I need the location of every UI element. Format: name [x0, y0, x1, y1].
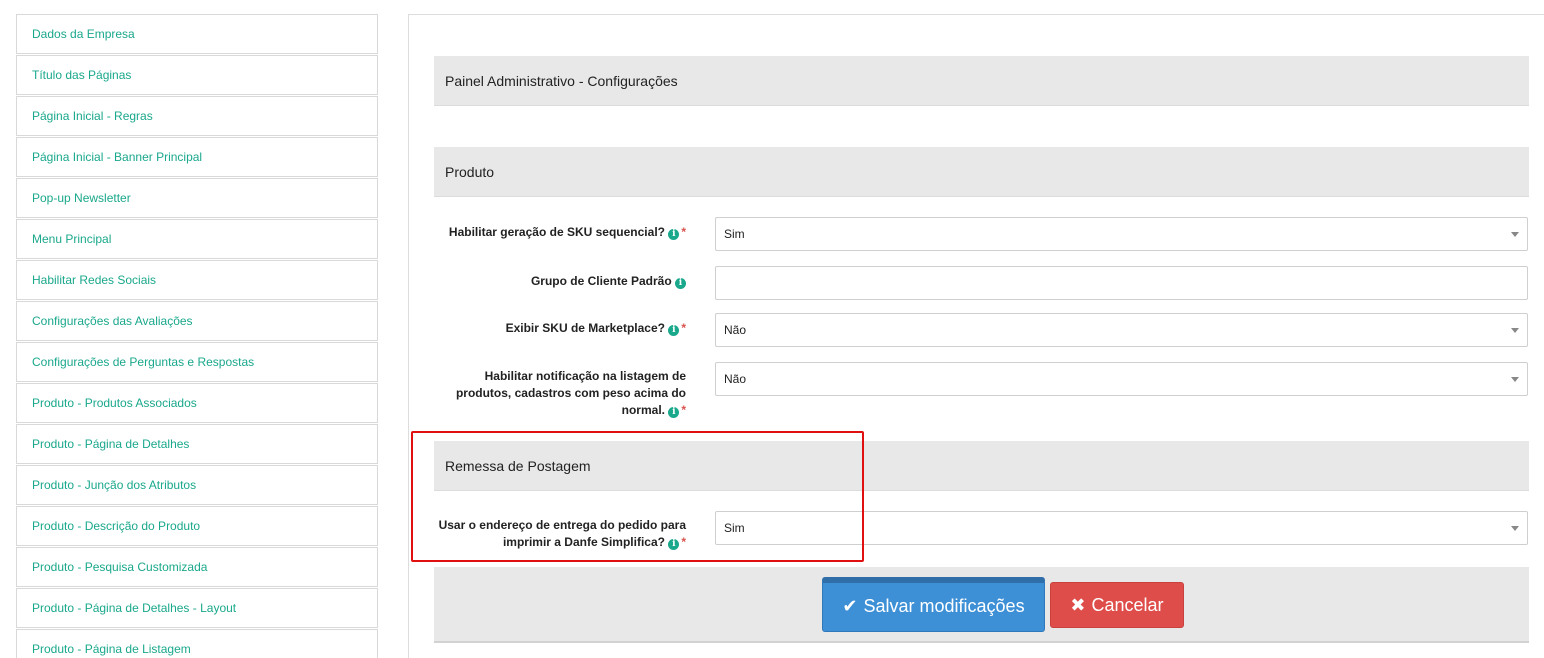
field-label-text: Habilitar geração de SKU sequencial? — [448, 225, 665, 239]
sidebar-item-menu-principal[interactable]: Menu Principal — [16, 219, 378, 259]
sidebar-item-dados-empresa[interactable]: Dados da Empresa — [16, 14, 378, 54]
select-value: Sim — [724, 521, 745, 535]
required-marker: * — [681, 321, 686, 335]
info-icon[interactable]: i — [668, 407, 680, 418]
chevron-down-icon — [1511, 377, 1519, 382]
cancel-button-label: Cancelar — [1091, 595, 1164, 615]
required-marker: * — [681, 535, 686, 549]
input-grupo-cliente[interactable] — [715, 266, 1528, 300]
sidebar-item-titulo-paginas[interactable]: Título das Páginas — [16, 55, 378, 95]
sidebar-item-descricao-produto[interactable]: Produto - Descrição do Produto — [16, 506, 378, 546]
section-header-produto: Produto — [434, 147, 1529, 197]
select-sku-marketplace[interactable]: Não — [715, 313, 1528, 347]
select-value: Não — [724, 323, 747, 337]
sidebar-item-popup-newsletter[interactable]: Pop-up Newsletter — [16, 178, 378, 218]
sidebar-item-pagina-inicial-banner[interactable]: Página Inicial - Banner Principal — [16, 137, 378, 177]
select-value: Sim — [724, 227, 745, 241]
check-icon: ✔ — [842, 596, 858, 617]
chevron-down-icon — [1511, 328, 1519, 333]
close-icon: ✖ — [1070, 595, 1086, 616]
sidebar-item-redes-sociais[interactable]: Habilitar Redes Sociais — [16, 260, 378, 300]
field-label-grupo-cliente: Grupo de Cliente Padrão i — [436, 273, 686, 290]
sidebar-item-perguntas-respostas[interactable]: Configurações de Perguntas e Respostas — [16, 342, 378, 382]
field-label-text: Habilitar notificação na listagem de pro… — [455, 369, 686, 417]
info-icon[interactable]: i — [668, 325, 680, 336]
sidebar-menu: Dados da Empresa Título das Páginas Pági… — [16, 14, 378, 658]
save-button[interactable]: ✔ Salvar modificações — [822, 577, 1045, 632]
info-icon[interactable]: i — [668, 229, 680, 240]
page-title: Painel Administrativo - Configurações — [434, 56, 1529, 106]
sidebar-item-produtos-associados[interactable]: Produto - Produtos Associados — [16, 383, 378, 423]
field-label-text: Grupo de Cliente Padrão — [530, 274, 672, 288]
info-icon[interactable]: i — [675, 278, 686, 289]
field-label-sku-sequencial: Habilitar geração de SKU sequencial? i * — [436, 224, 686, 241]
field-label-notificacao-peso: Habilitar notificação na listagem de pro… — [436, 368, 686, 419]
sidebar-item-avaliacoes[interactable]: Configurações das Avaliações — [16, 301, 378, 341]
info-icon[interactable]: i — [668, 539, 680, 550]
main-panel: Painel Administrativo - Configurações Pr… — [408, 14, 1544, 658]
page: Dados da Empresa Título das Páginas Pági… — [0, 0, 1544, 658]
sidebar-item-juncao-atributos[interactable]: Produto - Junção dos Atributos — [16, 465, 378, 505]
sidebar-item-pagina-detalhes[interactable]: Produto - Página de Detalhes — [16, 424, 378, 464]
chevron-down-icon — [1511, 526, 1519, 531]
form-actions-bar: ✔ Salvar modificações ✖ Cancelar — [434, 567, 1529, 643]
sidebar-item-detalhes-layout[interactable]: Produto - Página de Detalhes - Layout — [16, 588, 378, 628]
save-button-label: Salvar modificações — [863, 596, 1025, 616]
chevron-down-icon — [1511, 232, 1519, 237]
field-label-text: Exibir SKU de Marketplace? — [505, 321, 665, 335]
required-marker: * — [681, 403, 686, 417]
sidebar-item-pagina-listagem[interactable]: Produto - Página de Listagem — [16, 629, 378, 658]
section-header-remessa: Remessa de Postagem — [434, 441, 1529, 491]
field-label-sku-marketplace: Exibir SKU de Marketplace? i * — [436, 320, 686, 337]
field-label-text: Usar o endereço de entrega do pedido par… — [438, 518, 686, 549]
field-label-endereco-entrega: Usar o endereço de entrega do pedido par… — [436, 517, 686, 551]
select-endereco-entrega[interactable]: Sim — [715, 511, 1528, 545]
sidebar-item-pagina-inicial-regras[interactable]: Página Inicial - Regras — [16, 96, 378, 136]
select-sku-sequencial[interactable]: Sim — [715, 217, 1528, 251]
select-value: Não — [724, 372, 747, 386]
select-notificacao-peso[interactable]: Não — [715, 362, 1528, 396]
cancel-button[interactable]: ✖ Cancelar — [1050, 582, 1184, 628]
sidebar-item-pesquisa-customizada[interactable]: Produto - Pesquisa Customizada — [16, 547, 378, 587]
required-marker: * — [681, 225, 686, 239]
